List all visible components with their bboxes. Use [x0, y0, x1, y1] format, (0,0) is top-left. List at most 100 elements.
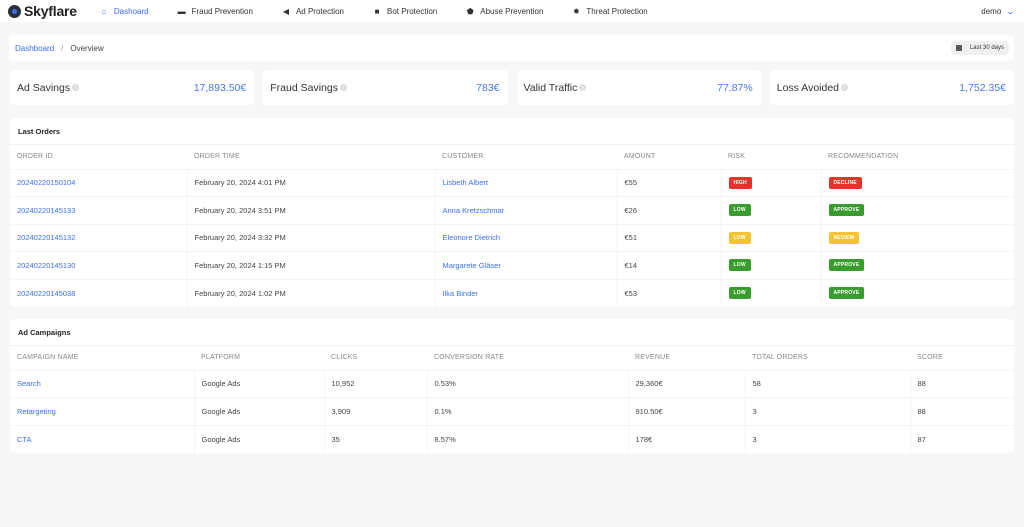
recommendation-badge: DECLINE — [828, 176, 862, 189]
gear-icon: ✹ — [573, 6, 580, 16]
column-header[interactable]: PLATFORM — [194, 346, 324, 371]
orders-table: ORDER ID ORDER TIME CUSTOMER AMOUNT RISK… — [10, 145, 1014, 307]
recommendation-cell: DECLINE — [821, 169, 1014, 197]
order-time-cell: February 20, 2024 4:01 PM — [187, 169, 436, 197]
column-header[interactable]: RISK — [721, 145, 821, 170]
recommendation-cell: APPROVE — [821, 279, 1014, 307]
risk-badge: HIGH — [728, 176, 752, 189]
stat-label: Ad Savings — [17, 81, 71, 94]
recommendation-cell: REVIEW — [821, 224, 1014, 252]
column-header[interactable]: ORDER ID — [10, 145, 187, 170]
breadcrumb-current: Overview — [70, 43, 104, 53]
stat-card-valid-traffic: Valid Traffic i 77.87% — [516, 70, 761, 105]
table-row[interactable]: 20240220145130 February 20, 2024 1:15 PM M… — [10, 251, 1014, 280]
platform-cell: Google Ads — [194, 370, 325, 398]
order-id-link[interactable]: 20240220150104 — [17, 178, 75, 187]
order-id-link[interactable]: 20240220145132 — [17, 233, 75, 242]
home-icon: ⌂ — [101, 6, 107, 16]
campaign-name-cell: Retargeting — [10, 397, 195, 426]
customer-link[interactable]: Eleonore Dietrich — [443, 233, 501, 242]
campaign-link[interactable]: CTA — [17, 435, 31, 444]
skyflare-logo-icon — [8, 4, 21, 18]
order-id-link[interactable]: 20240220145133 — [17, 206, 75, 215]
risk-cell: LOW — [721, 279, 822, 307]
column-header[interactable]: CUSTOMER — [435, 145, 617, 170]
total-orders-cell: 58 — [745, 370, 911, 398]
nav-item-dashboard[interactable]: ⌂ Dashoard — [99, 6, 149, 16]
stat-card-loss-avoided: Loss Avoided i 1,752.35€ — [769, 70, 1014, 105]
campaigns-table: CAMPAIGN NAME PLATFORM CLICKS CONVERSION… — [10, 346, 1014, 453]
clicks-cell: 10,952 — [324, 370, 428, 398]
customer-link[interactable]: Lisbeth Albert — [443, 178, 488, 187]
column-header[interactable]: CONVERSION RATE — [427, 346, 628, 371]
campaign-link[interactable]: Search — [17, 379, 41, 388]
nav-item-label: Abuse Prevention — [480, 6, 544, 16]
order-id-link[interactable]: 20240220145130 — [17, 261, 75, 270]
campaign-link[interactable]: Retargeting — [17, 407, 56, 416]
nav-item-label: Dashoard — [113, 6, 149, 16]
column-header[interactable]: CLICKS — [324, 346, 427, 371]
table-row[interactable]: 20240220145038 February 20, 2024 1:02 PM I… — [10, 279, 1014, 307]
customer-cell: Lisbeth Albert — [435, 169, 618, 197]
stat-value: 1,752.35€ — [959, 81, 1006, 94]
info-icon[interactable]: i — [579, 84, 587, 91]
brand[interactable]: Skyflare — [8, 3, 77, 19]
table-row[interactable]: 20240220145133 February 20, 2024 3:51 PM A… — [10, 196, 1014, 225]
column-header[interactable]: RECOMMENDATION — [821, 145, 1014, 170]
table-row[interactable]: 20240220150104 February 20, 2024 4:01 PM L… — [10, 169, 1014, 197]
customer-link[interactable]: Anna Kretzschmar — [443, 206, 505, 215]
chevron-down-icon: ⌄ — [1005, 6, 1016, 16]
customer-link[interactable]: Ilka Binder — [443, 289, 478, 298]
table-row[interactable]: CTA Google Ads 35 8.57% 178€ 3 87 — [10, 425, 1014, 453]
column-header[interactable]: AMOUNT — [617, 145, 721, 170]
info-icon[interactable]: i — [841, 84, 849, 91]
stat-value: 17,893.50€ — [193, 81, 247, 94]
order-id-link[interactable]: 20240220145038 — [17, 289, 75, 298]
table-row[interactable]: Search Google Ads 10,952 0.53% 29,360€ 58 88 — [10, 370, 1014, 398]
risk-cell: LOW — [721, 251, 822, 280]
order-id-cell: 20240220150104 — [10, 169, 188, 197]
order-time-cell: February 20, 2024 3:32 PM — [187, 224, 436, 252]
credit-card-icon: ▬ — [177, 6, 186, 16]
nav-item-label: Threat Protection — [586, 6, 648, 16]
breadcrumb-separator: / — [61, 43, 64, 53]
column-header[interactable]: TOTAL ORDERS — [745, 346, 910, 371]
clicks-cell: 35 — [324, 425, 428, 453]
nav-item-abuse-prevention[interactable]: ⬟ Abuse Prevention — [465, 6, 544, 16]
risk-cell: LOW — [721, 224, 822, 252]
user-name: demo — [981, 6, 1002, 16]
column-header[interactable]: SCORE — [910, 346, 1014, 371]
brand-name: Skyflare — [24, 3, 77, 19]
amount-cell: €26 — [617, 196, 722, 225]
revenue-cell: 910.50€ — [628, 397, 746, 426]
nav-item-threat-protection[interactable]: ✹ Threat Protection — [571, 6, 648, 16]
nav-item-bot-protection[interactable]: ■ Bot Protection — [372, 6, 438, 16]
info-icon[interactable]: i — [339, 84, 347, 91]
date-range-button[interactable]: Last 30 days — [950, 41, 1009, 55]
card-title: Ad Campaigns — [10, 319, 1014, 346]
total-orders-cell: 3 — [745, 425, 911, 453]
customer-link[interactable]: Margarete Gläser — [443, 261, 501, 270]
risk-cell: HIGH — [721, 169, 822, 197]
breadcrumb-dashboard-link[interactable]: Dashboard — [15, 44, 54, 53]
score-cell: 88 — [910, 370, 1014, 398]
info-icon[interactable]: i — [72, 84, 80, 91]
robot-icon: ■ — [374, 6, 380, 16]
recommendation-cell: APPROVE — [821, 196, 1014, 225]
nav-item-fraud-prevention[interactable]: ▬ Fraud Prevention — [177, 7, 253, 16]
table-row[interactable]: 20240220145132 February 20, 2024 3:32 PM E… — [10, 224, 1014, 252]
risk-badge: LOW — [728, 231, 751, 244]
order-id-cell: 20240220145130 — [10, 251, 188, 280]
calendar-icon — [955, 45, 962, 51]
amount-cell: €14 — [617, 251, 722, 280]
platform-cell: Google Ads — [194, 397, 325, 426]
conversion-rate-cell: 0.53% — [427, 370, 629, 398]
column-header[interactable]: CAMPAIGN NAME — [10, 346, 194, 371]
table-row[interactable]: Retargeting Google Ads 3,909 0.1% 910.50€ 3 88 — [10, 397, 1014, 426]
stat-value: 783€ — [476, 81, 500, 94]
column-header[interactable]: REVENUE — [628, 346, 745, 371]
nav-item-ad-protection[interactable]: ◀ Ad Protection — [281, 7, 344, 16]
conversion-rate-cell: 0.1% — [427, 397, 629, 426]
column-header[interactable]: ORDER TIME — [187, 145, 435, 170]
user-menu[interactable]: demo ⌄ — [981, 0, 1016, 22]
